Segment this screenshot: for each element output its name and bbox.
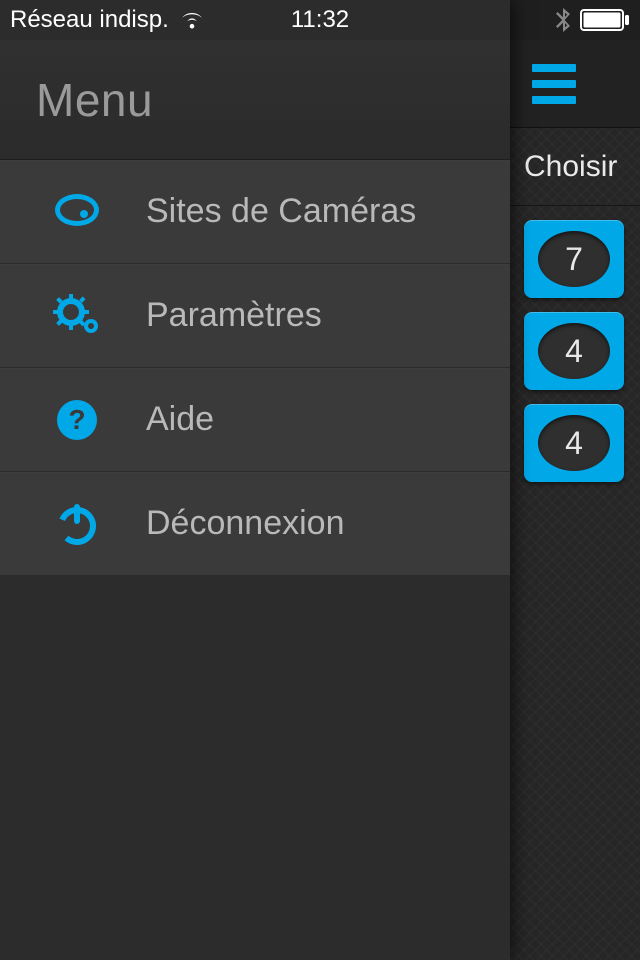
camera-tiles: 7 4 4 [510, 206, 640, 960]
behind-content: Choisir 7 4 4 [510, 0, 640, 960]
drawer-title: Menu [36, 73, 153, 127]
camera-tile[interactable]: 4 [524, 404, 624, 482]
camera-tile-count: 4 [538, 323, 610, 379]
menu-item-camera-sites[interactable]: Sites de Caméras [0, 160, 510, 264]
bluetooth-icon [556, 8, 570, 32]
side-drawer: Menu Sites de Caméras [0, 0, 510, 960]
app-screen: Réseau indisp. 11:32 Menu Sites de C [0, 0, 640, 960]
camera-tile[interactable]: 7 [524, 220, 624, 298]
section-title-text: Choisir [524, 150, 617, 184]
section-title: Choisir [510, 128, 640, 206]
camera-tile-count: 7 [538, 231, 610, 287]
hamburger-icon[interactable] [532, 64, 576, 104]
menu-item-settings[interactable]: Paramètres [0, 264, 510, 368]
menu-item-help[interactable]: ? Aide [0, 368, 510, 472]
menu-item-logout[interactable]: Déconnexion [0, 472, 510, 576]
camera-icon [50, 192, 104, 232]
status-left: Réseau indisp. [10, 6, 205, 34]
menu-list: Sites de Caméras [0, 160, 510, 576]
behind-topbar [510, 40, 640, 128]
svg-text:?: ? [68, 404, 85, 435]
camera-tile-count: 4 [538, 415, 610, 471]
power-icon [50, 502, 104, 546]
gears-icon [50, 294, 104, 338]
status-right [556, 8, 630, 32]
drawer-empty-space [0, 576, 510, 960]
carrier-text: Réseau indisp. [10, 6, 169, 34]
status-bar: Réseau indisp. 11:32 [0, 0, 640, 40]
menu-item-label: Paramètres [146, 296, 322, 335]
menu-item-label: Aide [146, 400, 214, 439]
clock-text: 11:32 [291, 6, 349, 34]
menu-item-label: Sites de Caméras [146, 192, 416, 231]
help-icon: ? [50, 398, 104, 442]
wifi-icon [179, 10, 205, 30]
drawer-header: Menu [0, 40, 510, 160]
menu-item-label: Déconnexion [146, 504, 344, 543]
battery-icon [580, 9, 630, 31]
camera-tile[interactable]: 4 [524, 312, 624, 390]
